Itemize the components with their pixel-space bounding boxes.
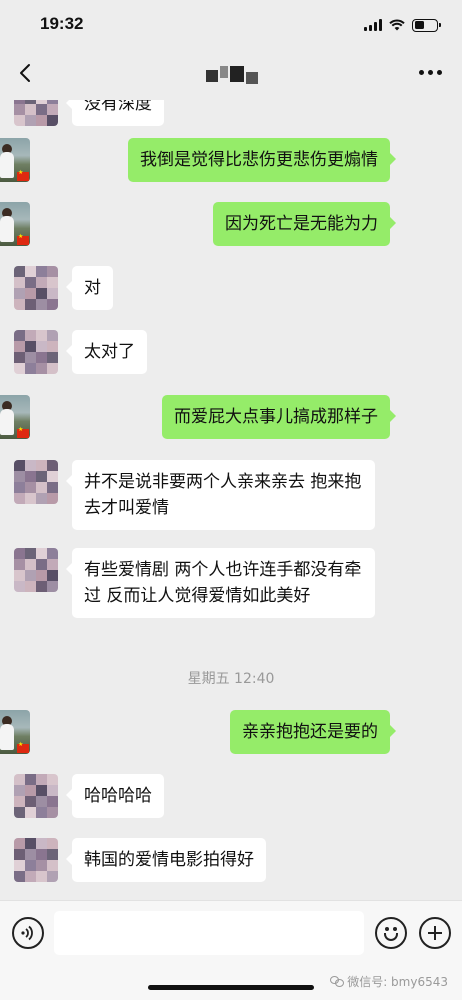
wifi-icon: [389, 19, 405, 31]
message-bubble-incoming[interactable]: 对: [66, 266, 113, 310]
contact-avatar[interactable]: [14, 774, 58, 818]
voice-input-button[interactable]: [12, 917, 44, 949]
message-bubble-incoming[interactable]: 哈哈哈哈: [66, 774, 164, 818]
chat-message-list[interactable]: 没有深度 我倒是觉得比悲伤更悲伤更煽情 因为死亡是无能为力 对 太对了 而爱屁大…: [0, 100, 462, 900]
status-time: 19:32: [40, 14, 84, 33]
emoji-button[interactable]: [375, 917, 407, 949]
message-row: 而爱屁大点事儿搞成那样子: [0, 395, 462, 439]
nav-bar: [0, 50, 462, 100]
contact-avatar[interactable]: [14, 266, 58, 310]
message-bubble-outgoing[interactable]: 亲亲抱抱还是要的: [230, 710, 396, 754]
contact-avatar[interactable]: [14, 548, 58, 592]
contact-avatar[interactable]: [14, 838, 58, 882]
more-functions-button[interactable]: [419, 917, 451, 949]
ellipsis-icon: [419, 70, 424, 75]
status-bar: 19:32: [0, 0, 462, 50]
more-options-button[interactable]: [419, 70, 442, 75]
chat-timestamp: 星期五 12:40: [187, 671, 275, 687]
back-button[interactable]: [14, 60, 38, 86]
my-avatar[interactable]: [0, 395, 30, 439]
system-icons: [364, 17, 441, 33]
my-avatar[interactable]: [0, 202, 30, 246]
message-bubble-incoming[interactable]: 并不是说非要两个人亲来亲去 抱来抱去才叫爱情: [66, 460, 375, 530]
contact-avatar[interactable]: [14, 100, 58, 126]
my-avatar[interactable]: [0, 710, 30, 754]
contact-avatar[interactable]: [14, 460, 58, 504]
message-bubble-outgoing[interactable]: 因为死亡是无能为力: [213, 202, 396, 246]
message-row: 亲亲抱抱还是要的: [0, 710, 462, 754]
contact-avatar[interactable]: [14, 330, 58, 374]
chevron-left-icon: [20, 64, 30, 82]
message-row: 我倒是觉得比悲伤更悲伤更煽情: [0, 138, 462, 182]
battery-icon: [412, 18, 441, 32]
emoji-icon: [384, 933, 398, 941]
message-bubble-incoming[interactable]: 有些爱情剧 两个人也许连手都没有牵过 反而让人觉得爱情如此美好: [66, 548, 375, 618]
message-bubble-incoming[interactable]: 没有深度: [66, 100, 164, 126]
wechat-logo-icon: [330, 976, 345, 987]
message-input[interactable]: [54, 911, 364, 955]
watermark: 微信号: bmy6543: [330, 973, 448, 990]
chat-title-redacted: [206, 66, 260, 86]
message-bubble-outgoing[interactable]: 而爱屁大点事儿搞成那样子: [162, 395, 396, 439]
my-avatar[interactable]: [0, 138, 30, 182]
message-bubble-outgoing[interactable]: 我倒是觉得比悲伤更悲伤更煽情: [128, 138, 396, 182]
message-bubble-incoming[interactable]: 太对了: [66, 330, 147, 374]
home-indicator: [148, 985, 314, 990]
battery-level: [414, 21, 424, 29]
watermark-text: 微信号: bmy6543: [347, 975, 448, 989]
message-row: 因为死亡是无能为力: [0, 202, 462, 246]
voice-icon: [21, 925, 33, 941]
message-bubble-incoming[interactable]: 韩国的爱情电影拍得好: [66, 838, 266, 882]
cellular-signal-icon: [364, 19, 382, 31]
